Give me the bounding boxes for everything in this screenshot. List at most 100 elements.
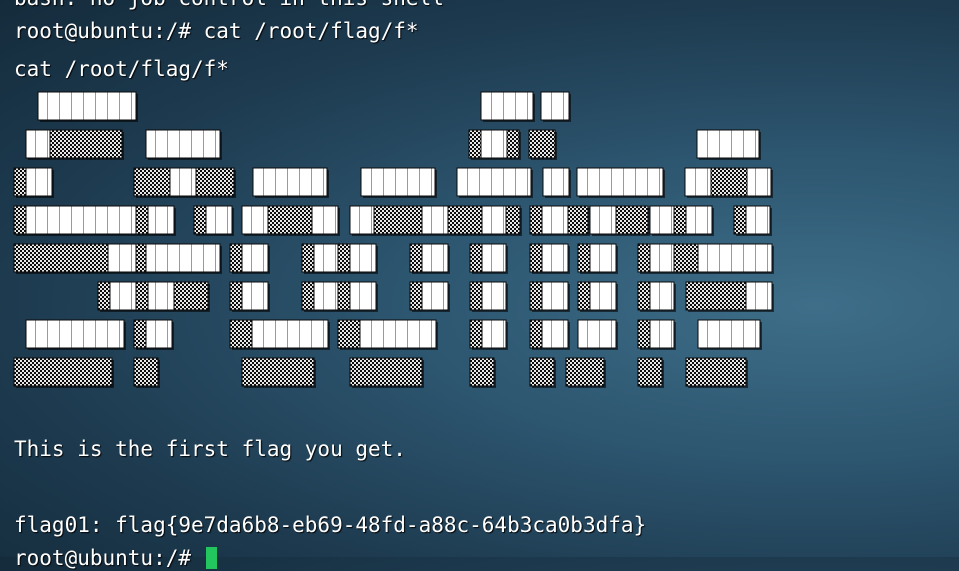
banner-block-shaded xyxy=(529,357,555,387)
banner-block-solid xyxy=(589,243,617,273)
banner-block-shaded xyxy=(733,205,747,235)
banner-block-solid xyxy=(349,281,377,311)
banner-block-shaded xyxy=(13,243,109,273)
banner-block-solid xyxy=(313,281,339,311)
terminal-line-message: This is the first flag you get. xyxy=(14,437,406,461)
banner-block-solid xyxy=(241,243,269,273)
banner-block-shaded xyxy=(637,357,663,387)
banner-block-solid xyxy=(541,319,569,349)
banner-block-solid xyxy=(745,281,773,311)
banner-block-solid xyxy=(649,243,675,273)
banner-block-shaded xyxy=(133,167,171,197)
terminal-cursor[interactable] xyxy=(205,547,217,569)
banner-block-solid xyxy=(349,205,375,235)
banner-block-solid xyxy=(349,243,377,273)
terminal-prompt-line: root@ubuntu:/# xyxy=(14,545,217,571)
banner-block-shaded xyxy=(241,357,315,387)
banner-block-solid xyxy=(313,243,339,273)
banner-block-shaded xyxy=(469,319,483,349)
banner-block-shaded xyxy=(469,243,483,273)
banner-block-shaded xyxy=(447,205,483,235)
banner-block-shaded xyxy=(673,205,687,235)
banner-block-shaded xyxy=(469,357,495,387)
banner-block-shaded xyxy=(685,357,747,387)
banner-block-solid xyxy=(685,205,713,235)
banner-block-shaded xyxy=(468,129,482,159)
banner-block-solid xyxy=(251,319,329,349)
terminal-window[interactable]: bash: no job control in this shell root@… xyxy=(0,0,959,570)
banner-block-shaded xyxy=(577,281,591,311)
banner-block-shaded xyxy=(195,167,235,197)
banner-block-shaded xyxy=(229,319,253,349)
banner-block-solid xyxy=(145,319,173,349)
banner-block-solid xyxy=(37,91,137,121)
banner-block-solid xyxy=(481,281,507,311)
banner-block-solid xyxy=(107,243,137,273)
banner-block-solid xyxy=(696,129,760,159)
banner-block-shaded xyxy=(637,319,651,349)
banner-block-solid xyxy=(147,205,175,235)
banner-block-shaded xyxy=(529,319,543,349)
banner-block-solid xyxy=(481,319,507,349)
banner-block-shaded xyxy=(577,243,591,273)
banner-block-solid xyxy=(421,205,449,235)
banner-block-solid xyxy=(541,281,569,311)
banner-block-solid xyxy=(241,205,269,235)
banner-block-shaded xyxy=(529,243,543,273)
banner-block-solid xyxy=(25,319,125,349)
banner-block-shaded xyxy=(373,205,423,235)
banner-block-solid xyxy=(25,129,51,159)
banner-block-solid xyxy=(311,205,339,235)
banner-block-shaded xyxy=(13,357,113,387)
banner-block-solid xyxy=(541,205,569,235)
banner-block-solid xyxy=(480,91,534,121)
banner-block-shaded xyxy=(337,281,351,311)
banner-block-solid xyxy=(649,205,675,235)
banner-block-solid xyxy=(145,243,221,273)
banner-block-solid xyxy=(697,319,761,349)
banner-block-solid xyxy=(25,205,137,235)
banner-block-solid xyxy=(745,205,771,235)
banner-block-shaded xyxy=(173,281,209,311)
banner-block-shaded xyxy=(529,205,543,235)
banner-block-shaded xyxy=(301,243,315,273)
banner-block-shaded xyxy=(469,281,483,311)
banner-block-shaded xyxy=(637,281,651,311)
banner-block-shaded xyxy=(135,243,147,273)
banner-block-shaded xyxy=(505,205,521,235)
banner-block-solid xyxy=(25,167,53,197)
banner-block-shaded xyxy=(267,205,313,235)
banner-block-solid xyxy=(456,167,532,197)
banner-block-shaded xyxy=(565,357,605,387)
banner-block-shaded xyxy=(637,243,651,273)
banner-block-shaded xyxy=(193,205,207,235)
banner-block-solid xyxy=(109,281,137,311)
banner-block-shaded xyxy=(337,319,361,349)
banner-block-shaded xyxy=(673,243,699,273)
banner-block-solid xyxy=(169,167,197,197)
banner-block-solid xyxy=(589,281,617,311)
ascii-art-banner xyxy=(13,91,774,388)
banner-block-solid xyxy=(205,205,233,235)
banner-block-shaded xyxy=(229,281,243,311)
banner-block-solid xyxy=(421,243,449,273)
banner-block-shaded xyxy=(337,243,351,273)
banner-block-solid xyxy=(649,319,675,349)
banner-block-shaded xyxy=(349,357,423,387)
banner-block-shaded xyxy=(301,281,315,311)
banner-block-solid xyxy=(577,319,617,349)
banner-block-solid xyxy=(252,167,328,197)
banner-block-solid xyxy=(480,129,508,159)
banner-block-solid xyxy=(360,167,436,197)
banner-block-shaded xyxy=(97,281,111,311)
banner-block-solid xyxy=(697,243,773,273)
banner-block-solid xyxy=(542,167,570,197)
banner-block-solid xyxy=(649,281,675,311)
banner-block-shaded xyxy=(567,205,589,235)
banner-block-solid xyxy=(589,205,617,235)
banner-block-shaded xyxy=(529,281,543,311)
prompt-text: root@ubuntu:/# xyxy=(14,546,204,570)
banner-block-solid xyxy=(684,167,712,197)
banner-block-solid xyxy=(481,243,507,273)
banner-block-shaded xyxy=(133,357,159,387)
